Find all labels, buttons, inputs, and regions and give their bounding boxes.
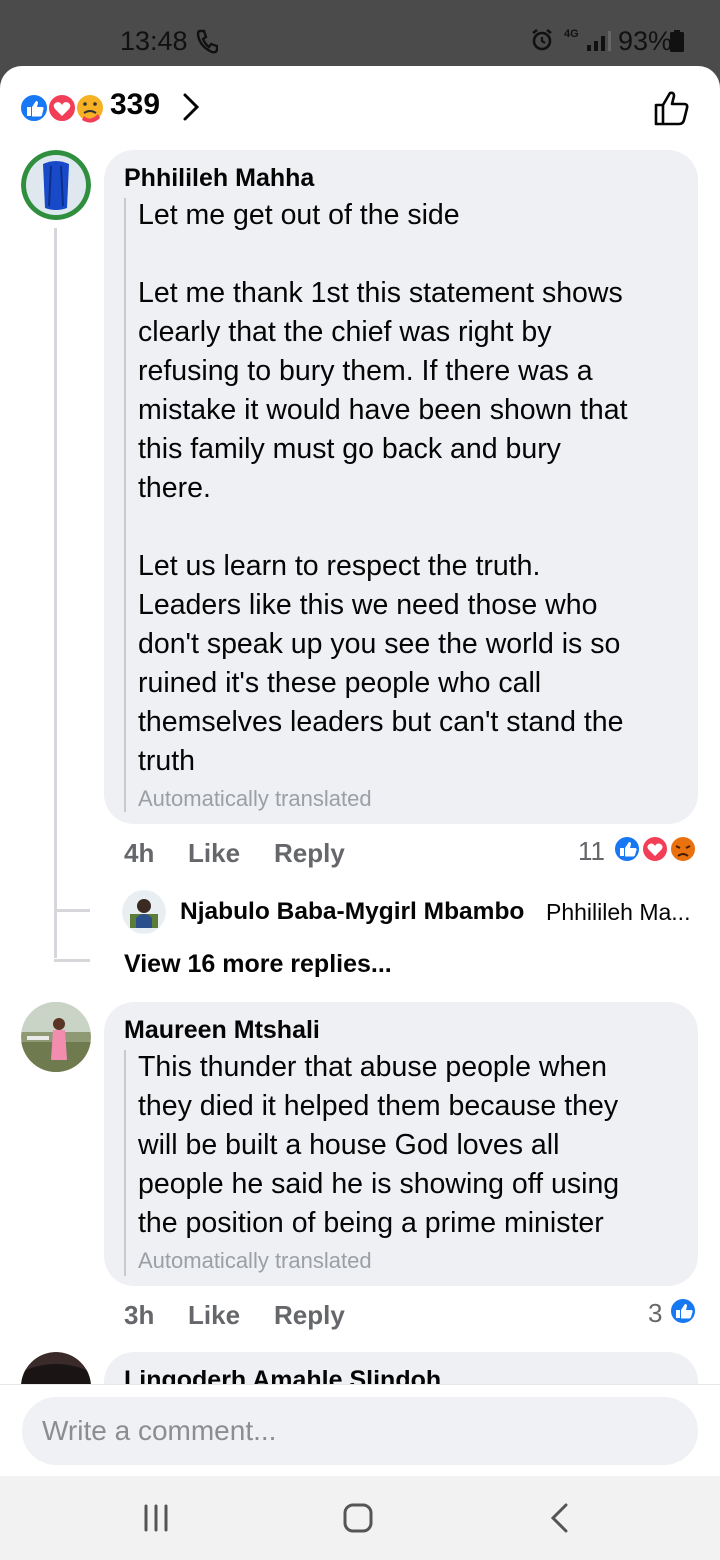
love-reaction-icon <box>47 93 77 123</box>
comment-line: there. <box>138 472 211 504</box>
like-reaction-icon <box>613 835 641 863</box>
status-bar: 13:48 4G 93% <box>0 0 720 66</box>
comment-input-placeholder: Write a comment... <box>42 1415 277 1446</box>
comment-line: clearly that the chief was right by <box>138 316 552 348</box>
reply-avatar <box>122 890 166 934</box>
comment-text: Let me get out of the side Let me thank … <box>138 196 628 781</box>
comment-author[interactable]: Phhilileh Mahha <box>124 164 314 193</box>
thread-branch <box>54 959 90 962</box>
network-type: 4G <box>564 28 579 40</box>
comment-line: this family must go back and bury <box>138 433 561 465</box>
angry-reaction-icon <box>669 835 697 863</box>
recent-apps-icon[interactable] <box>136 1498 176 1538</box>
avatar[interactable] <box>21 150 91 220</box>
comment-composer: Write a comment... <box>0 1384 720 1476</box>
comment-bubble[interactable]: Maureen Mtshali This thunder that abuse … <box>104 1002 698 1286</box>
comment-time: 3h <box>124 1300 155 1330</box>
comment-line: will be built a house God loves all <box>138 1129 560 1161</box>
battery-icon <box>670 30 684 52</box>
comment-line: truth <box>138 745 196 777</box>
comment-line: the position of being a prime minister <box>138 1207 604 1239</box>
like-reaction-icon <box>19 93 49 123</box>
comment-line: themselves leaders but can't stand the <box>138 706 624 738</box>
like-post-button[interactable] <box>652 88 692 128</box>
thread-line <box>54 228 57 958</box>
call-icon <box>196 29 218 54</box>
comment-line: Let us learn to respect the truth. <box>138 550 541 582</box>
care-reaction-icon <box>75 93 105 123</box>
comment-line: don't speak up you see the world is so <box>138 628 621 660</box>
love-reaction-icon <box>641 835 669 863</box>
alarm-icon <box>532 28 552 51</box>
comment-line: refusing to bury them. If there was a <box>138 355 593 387</box>
home-icon[interactable] <box>338 1498 378 1538</box>
reply-button[interactable]: Reply <box>274 1300 345 1331</box>
quote-bar <box>124 198 126 812</box>
back-icon[interactable] <box>540 1498 580 1538</box>
reply-author[interactable]: Njabulo Baba-Mygirl Mbambo <box>180 898 524 926</box>
avatar-image <box>122 890 166 934</box>
chevron-right-icon <box>183 93 200 121</box>
reply-button[interactable]: Reply <box>274 838 345 869</box>
reaction-icons <box>19 93 105 123</box>
translation-note[interactable]: Automatically translated <box>138 1248 372 1274</box>
reaction-count: 339 <box>110 88 161 121</box>
comment-input[interactable]: Write a comment... <box>22 1397 698 1465</box>
status-time: 13:48 <box>120 26 188 56</box>
comment-line: they died it helped them because they <box>138 1090 619 1122</box>
system-nav-bar <box>0 1476 720 1560</box>
like-button[interactable]: Like <box>188 838 240 869</box>
quote-bar <box>124 1050 126 1276</box>
avatar[interactable] <box>21 1002 91 1072</box>
comment-time: 4h <box>124 838 155 868</box>
comment-line: people he said he is showing off using <box>138 1168 620 1200</box>
comment-author[interactable]: Maureen Mtshali <box>124 1016 320 1045</box>
comment-bubble[interactable]: Phhilileh Mahha Let me get out of the si… <box>104 150 698 824</box>
comment-line: Let me thank 1st this statement shows <box>138 277 623 309</box>
like-reaction-icon[interactable] <box>668 1296 698 1326</box>
like-button[interactable]: Like <box>188 1300 240 1331</box>
avatar-image <box>21 1002 91 1072</box>
comment-line: Let me get out of the side <box>138 199 460 231</box>
comment-line: This thunder that abuse people when <box>138 1051 607 1083</box>
thread-branch <box>54 909 90 912</box>
comment-line: ruined it's these people who call <box>138 667 542 699</box>
comment-text: This thunder that abuse people when they… <box>138 1048 619 1243</box>
comment-line: mistake it would have been shown that <box>138 394 628 426</box>
reply-text: Phhilileh Ma... <box>546 899 691 925</box>
reactions-header[interactable]: 339 <box>0 66 720 146</box>
comment-reaction-icons[interactable] <box>612 834 698 864</box>
comment-reaction-count[interactable]: 3 <box>648 1298 662 1329</box>
reply-preview[interactable]: Njabulo Baba-Mygirl Mbambo Phhilileh Ma.… <box>122 888 702 934</box>
translation-note[interactable]: Automatically translated <box>138 786 372 812</box>
comment-reaction-count[interactable]: 11 <box>578 836 605 867</box>
view-more-replies-link[interactable]: View 16 more replies... <box>124 950 392 979</box>
comments-sheet: 339 Phhilileh Mahha Let me get out of th… <box>0 66 720 1476</box>
comment-line: Leaders like this we need those who <box>138 589 598 621</box>
battery-percent: 93% <box>618 26 673 56</box>
signal-icon: 4G <box>564 28 612 52</box>
avatar-image <box>21 150 91 220</box>
